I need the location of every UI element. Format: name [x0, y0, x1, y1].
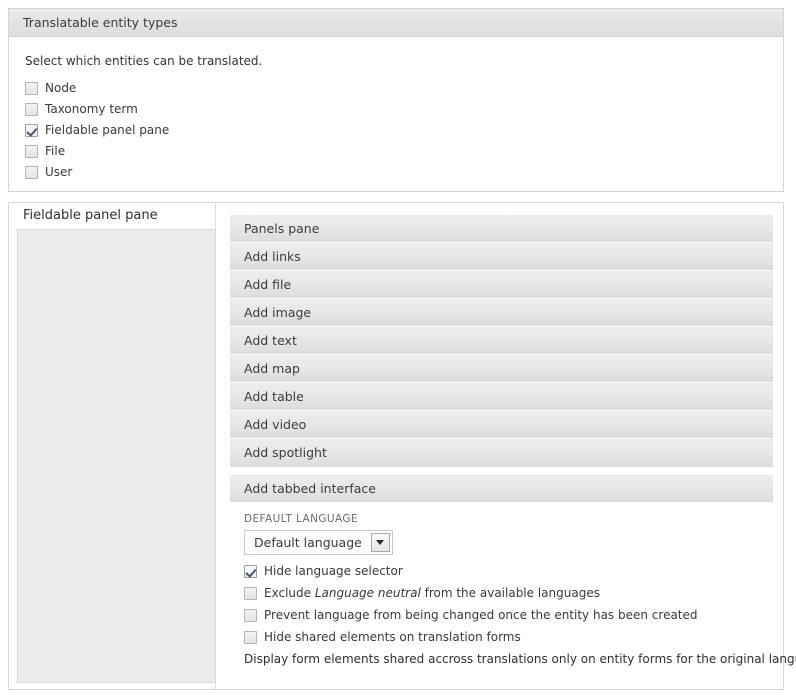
bundle-row[interactable]: Add map [230, 355, 773, 383]
entity-type-row[interactable]: Taxonomy term [25, 102, 769, 117]
vertical-tabs-body [17, 229, 215, 683]
entity-type-label: Node [45, 81, 77, 95]
language-option-label: Hide shared elements on translation form… [264, 630, 521, 644]
entity-type-label: Fieldable panel pane [45, 123, 170, 137]
language-option-row[interactable]: Hide shared elements on translation form… [244, 630, 773, 645]
bundle-row-list: Panels pane Add links Add file Add image Add… [230, 215, 773, 467]
entity-type-checkbox-list: Node Taxonomy term Fieldable panel pane Fil… [23, 81, 769, 180]
language-option-row[interactable]: Exclude Language neutral from the availa… [244, 586, 773, 601]
shared-elements-description: Display form elements shared accross tra… [244, 652, 796, 666]
language-option-label: Exclude Language neutral from the availa… [264, 586, 600, 600]
tab-fieldable-panel-pane[interactable]: Fieldable panel pane [9, 203, 215, 229]
chevron-down-icon[interactable] [370, 533, 390, 552]
bundle-row[interactable]: Add text [230, 327, 773, 355]
entity-type-row[interactable]: Fieldable panel pane [25, 123, 769, 138]
fieldable-panel-layout: Fieldable panel pane Panels pane Add link… [9, 203, 796, 689]
translatable-entity-types-panel: Translatable entity types Select which e… [8, 8, 784, 192]
bundle-row-add-tabbed-interface[interactable]: Add tabbed interface [230, 475, 773, 503]
language-option-label: Hide language selector [264, 564, 403, 578]
entity-type-label: User [45, 165, 73, 179]
checkbox-icon[interactable] [244, 565, 257, 578]
language-options-checkbox-list: Hide language selector Exclude Language n… [244, 564, 773, 645]
checkbox-icon[interactable] [25, 166, 38, 179]
fieldable-panel-pane-panel: Fieldable panel pane Panels pane Add link… [8, 202, 796, 690]
bundle-row[interactable]: Add file [230, 271, 773, 299]
checkbox-icon[interactable] [25, 124, 38, 137]
entity-type-row[interactable]: Node [25, 81, 769, 96]
default-language-select[interactable]: Default language [244, 530, 393, 555]
language-option-label: Prevent language from being changed once… [264, 608, 698, 622]
checkbox-icon[interactable] [25, 145, 38, 158]
entity-type-label: File [45, 144, 66, 158]
vertical-tabs-column: Fieldable panel pane [9, 203, 215, 689]
bundle-row[interactable]: Add links [230, 243, 773, 271]
language-option-row[interactable]: Prevent language from being changed once… [244, 608, 773, 623]
checkbox-icon[interactable] [25, 103, 38, 116]
entity-type-row[interactable]: File [25, 144, 769, 159]
entity-type-row[interactable]: User [25, 165, 769, 180]
panel-body-entity-types: Select which entities can be translated.… [9, 37, 783, 194]
bundle-row[interactable]: Add table [230, 383, 773, 411]
bundle-row[interactable]: Add spotlight [230, 439, 773, 467]
language-option-row[interactable]: Hide language selector [244, 564, 773, 579]
panel-header-entity-types: Translatable entity types [9, 9, 783, 37]
fieldable-panel-content: Panels pane Add links Add file Add image Add… [215, 203, 796, 689]
bundle-row[interactable]: Add image [230, 299, 773, 327]
checkbox-icon[interactable] [25, 82, 38, 95]
checkbox-icon[interactable] [244, 631, 257, 644]
bundle-row[interactable]: Add video [230, 411, 773, 439]
intro-text: Select which entities can be translated. [25, 54, 263, 68]
language-settings-area: DEFAULT LANGUAGE Default language Hide l… [230, 503, 796, 666]
default-language-label: DEFAULT LANGUAGE [244, 513, 358, 525]
entity-type-label: Taxonomy term [45, 102, 138, 116]
caret-glyph [376, 540, 385, 545]
bundle-row[interactable]: Panels pane [230, 215, 773, 243]
checkbox-icon[interactable] [244, 609, 257, 622]
default-language-selected-value: Default language [254, 535, 362, 550]
checkbox-icon[interactable] [244, 587, 257, 600]
tabbed-interface-group: Add tabbed interface DEFAULT LANGUAGE De… [230, 475, 796, 666]
